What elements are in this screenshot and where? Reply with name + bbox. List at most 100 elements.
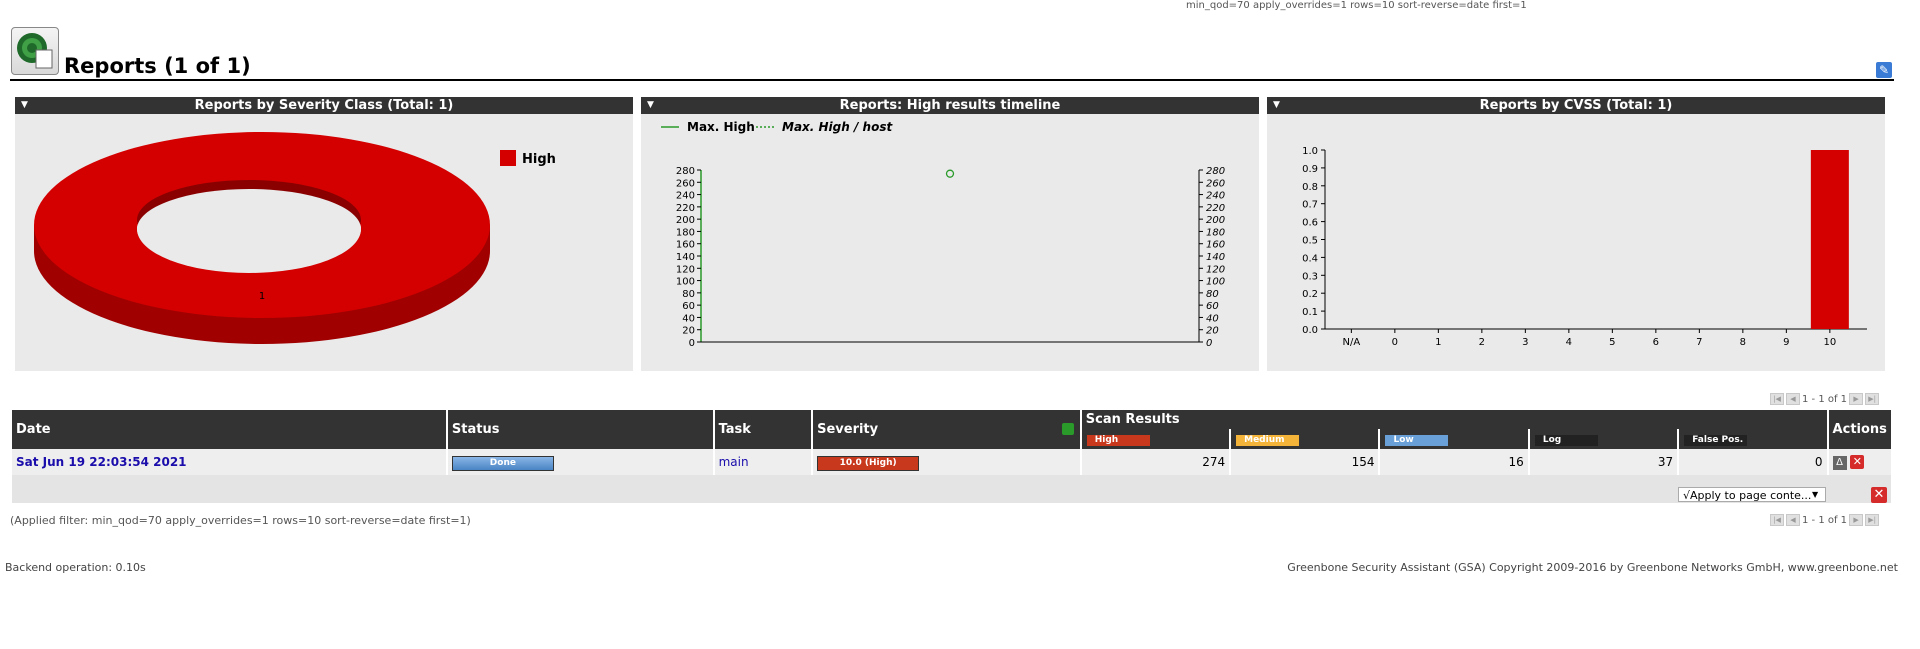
panel-header[interactable]: ▼ Reports by CVSS (Total: 1) <box>1267 97 1885 114</box>
y-tick-label-left: 100 <box>676 277 695 288</box>
col-status[interactable]: Status <box>447 410 713 449</box>
y-tick-label: 0.9 <box>1302 164 1318 175</box>
bulk-delete-icon[interactable]: ✕ <box>1871 487 1887 503</box>
row-status: Done <box>447 449 713 475</box>
page-title: Reports (1 of 1) <box>64 54 251 78</box>
x-tick-label: 7 <box>1696 337 1702 348</box>
apply-to-select[interactable]: √Apply to page conte... <box>1678 487 1826 502</box>
row-date[interactable]: Sat Jun 19 22:03:54 2021 <box>12 449 446 475</box>
severity-donut-chart: 1 High <box>34 132 556 344</box>
prev-page-icon[interactable]: ◀ <box>1786 393 1800 405</box>
col-actions: Actions <box>1828 410 1891 449</box>
cvss-bar <box>1810 150 1849 329</box>
first-page-icon[interactable]: |◀ <box>1770 514 1784 526</box>
y-tick-label-left: 80 <box>682 289 695 300</box>
y-tick-label-right: 260 <box>1206 178 1225 189</box>
next-page-icon[interactable]: ▶ <box>1849 514 1864 526</box>
col-log[interactable]: Log <box>1529 429 1678 449</box>
col-false-pos[interactable]: False Pos. <box>1679 429 1827 449</box>
task-link[interactable]: main <box>719 455 749 469</box>
row-severity: 10.0 (High) <box>813 449 1080 475</box>
report-date-link[interactable]: Sat Jun 19 22:03:54 2021 <box>16 455 187 469</box>
y-tick-label-left: 280 <box>676 166 695 177</box>
y-tick-label: 0.0 <box>1302 325 1318 336</box>
y-tick-label: 0.4 <box>1302 253 1318 264</box>
chevron-down-icon[interactable]: ▼ <box>1812 490 1818 499</box>
x-tick-label: 5 <box>1609 337 1615 348</box>
next-page-icon[interactable]: ▶ <box>1849 393 1864 405</box>
col-high[interactable]: High <box>1081 429 1230 449</box>
y-tick-label-right: 40 <box>1206 313 1219 324</box>
col-medium[interactable]: Medium <box>1231 429 1379 449</box>
y-tick-label-right: 180 <box>1206 227 1225 238</box>
col-task[interactable]: Task <box>714 410 812 449</box>
prev-page-icon[interactable]: ◀ <box>1786 514 1800 526</box>
panel-header[interactable]: ▼ Reports: High results timeline <box>641 97 1259 114</box>
col-scan-results: Scan Results <box>1081 410 1827 429</box>
title-divider <box>10 79 1894 81</box>
collapse-triangle-icon[interactable]: ▼ <box>21 97 28 114</box>
y-tick-label-left: 40 <box>682 313 695 324</box>
y-tick-label: 0.8 <box>1302 182 1318 193</box>
timeline-panel: ▼ Reports: High results timeline Max. Hig… <box>641 97 1259 371</box>
high-chip: High <box>1085 434 1151 447</box>
y-tick-label-right: 120 <box>1206 264 1225 275</box>
delta-icon[interactable]: Δ <box>1832 456 1847 470</box>
collapse-triangle-icon[interactable]: ▼ <box>1273 97 1280 114</box>
row-log: 37 <box>1529 449 1678 475</box>
col-low[interactable]: Low <box>1380 429 1528 449</box>
y-tick-label: 0.2 <box>1302 289 1318 300</box>
pager-text: 1 - 1 of 1 <box>1802 514 1848 526</box>
pager-top: |◀ ◀ 1 - 1 of 1 ▶ ▶| <box>1770 393 1880 405</box>
legend-label-max-high: Max. High <box>687 120 755 134</box>
y-tick-label-left: 160 <box>676 240 695 251</box>
collapse-triangle-icon[interactable]: ▼ <box>647 97 654 114</box>
y-tick-label-left: 240 <box>676 191 695 202</box>
y-tick-label: 0.1 <box>1302 307 1318 318</box>
panel-header[interactable]: ▼ Reports by Severity Class (Total: 1) <box>15 97 633 114</box>
row-medium: 154 <box>1231 449 1379 475</box>
severity-class-panel: ▼ Reports by Severity Class (Total: 1) 1 … <box>15 97 633 371</box>
y-tick-label-right: 220 <box>1206 203 1225 214</box>
x-tick-label: 2 <box>1479 337 1485 348</box>
row-task[interactable]: main <box>714 449 812 475</box>
wrench-icon[interactable]: ✎ <box>1876 62 1892 78</box>
y-tick-label-left: 0 <box>689 338 695 349</box>
last-page-icon[interactable]: ▶| <box>1865 393 1880 405</box>
y-tick-label-left: 180 <box>676 227 695 238</box>
data-point-max-high <box>945 169 955 178</box>
x-tick-label: 8 <box>1740 337 1746 348</box>
severity-toggle-icon[interactable] <box>1061 423 1074 435</box>
reports-logo-icon <box>11 27 59 75</box>
backend-operation: Backend operation: 0.10s <box>5 561 146 574</box>
last-page-icon[interactable]: ▶| <box>1865 514 1880 526</box>
pager-text: 1 - 1 of 1 <box>1802 393 1848 405</box>
row-false-pos: 0 <box>1679 449 1827 475</box>
y-tick-label-right: 100 <box>1206 277 1225 288</box>
y-tick-label: 1.0 <box>1302 146 1318 157</box>
row-actions: Δ ✕ <box>1828 449 1891 475</box>
y-tick-label: 0.6 <box>1302 218 1318 229</box>
delete-icon[interactable]: ✕ <box>1850 455 1865 469</box>
legend-label-max-high-host: Max. High / host <box>782 120 893 134</box>
pager-bottom: |◀ ◀ 1 - 1 of 1 ▶ ▶| <box>1770 514 1880 526</box>
y-tick-label-right: 80 <box>1206 289 1219 300</box>
y-tick-label: 0.5 <box>1302 236 1318 247</box>
col-severity[interactable]: Severity <box>813 410 1080 449</box>
donut-hole <box>137 189 361 269</box>
y-tick-label-left: 120 <box>676 264 695 275</box>
applied-filter: (Applied filter: min_qod=70 apply_overri… <box>10 514 471 527</box>
first-page-icon[interactable]: |◀ <box>1770 393 1784 405</box>
top-filter-text: min_qod=70 apply_overrides=1 rows=10 sor… <box>1186 0 1527 11</box>
y-tick-label-right: 20 <box>1206 326 1219 337</box>
cvss-panel: ▼ Reports by CVSS (Total: 1) 0.0 0.1 0.2 0.3… <box>1267 97 1885 371</box>
table-row: Sat Jun 19 22:03:54 2021 Done main 10.0 … <box>12 449 1891 475</box>
severity-bar: 10.0 (High) <box>817 455 920 471</box>
y-tick-label-right: 280 <box>1206 166 1225 177</box>
legend-swatch-high <box>500 150 516 166</box>
y-tick-label-left: 60 <box>682 301 695 312</box>
donut-label: 1 <box>259 291 265 302</box>
copyright: Greenbone Security Assistant (GSA) Copyr… <box>1287 561 1898 574</box>
col-date[interactable]: Date <box>12 410 446 449</box>
x-tick-label: 10 <box>1823 337 1836 348</box>
